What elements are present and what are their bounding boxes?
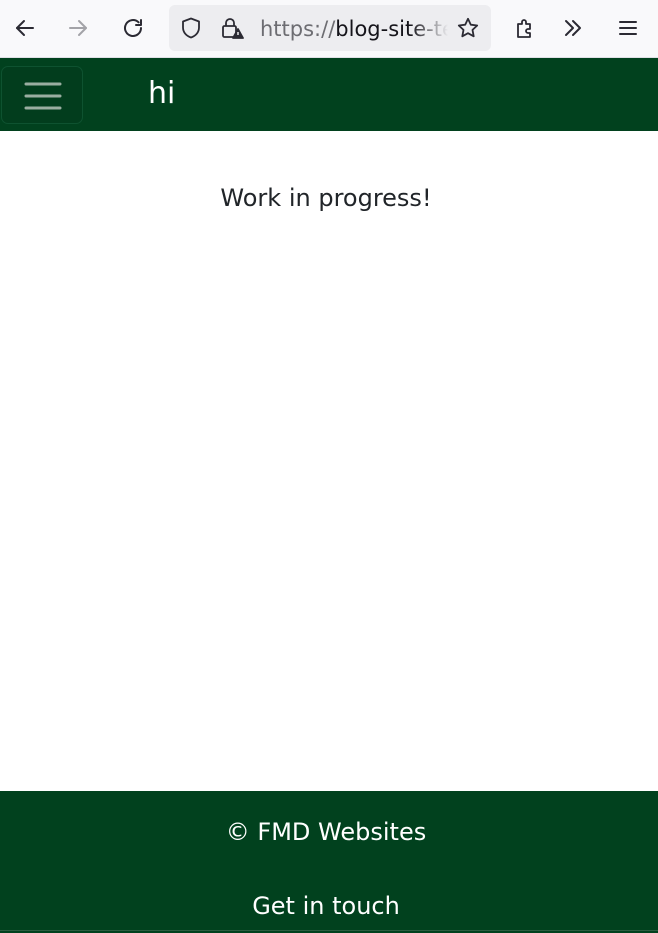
back-button[interactable] [7, 8, 43, 48]
footer-divider [0, 930, 658, 931]
url-scheme: https:// [260, 17, 336, 41]
address-bar[interactable]: https://blog-site-template [169, 5, 491, 51]
site-footer: © FMD Websites Get in touch [0, 791, 658, 933]
lock-warning-icon[interactable] [220, 16, 244, 40]
get-in-touch-link[interactable]: Get in touch [0, 890, 652, 922]
work-in-progress-message: Work in progress! [220, 184, 432, 212]
navbar-brand[interactable]: hi [148, 76, 175, 112]
url-host: blog-site-template [335, 17, 448, 41]
browser-toolbar: https://blog-site-template [0, 0, 658, 58]
puzzle-icon [517, 19, 531, 38]
star-icon[interactable] [456, 16, 480, 40]
app-menu-button[interactable] [610, 8, 646, 48]
overflow-button[interactable] [555, 8, 591, 48]
hamburger-menu-icon [619, 21, 637, 35]
site-navbar: hi [0, 58, 658, 131]
forward-button[interactable] [60, 8, 96, 48]
url-text[interactable]: https://blog-site-template [260, 17, 448, 41]
hamburger-menu-icon [24, 82, 62, 110]
navbar-toggle-button[interactable] [1, 66, 83, 124]
footer-copyright: © FMD Websites [225, 818, 427, 846]
extensions-button[interactable] [508, 8, 544, 48]
arrow-left-icon [16, 20, 34, 36]
double-chevron-icon [565, 20, 581, 36]
shield-icon[interactable] [179, 16, 203, 40]
reload-button[interactable] [115, 8, 151, 48]
reload-icon [124, 19, 142, 37]
arrow-right-icon [69, 20, 87, 36]
